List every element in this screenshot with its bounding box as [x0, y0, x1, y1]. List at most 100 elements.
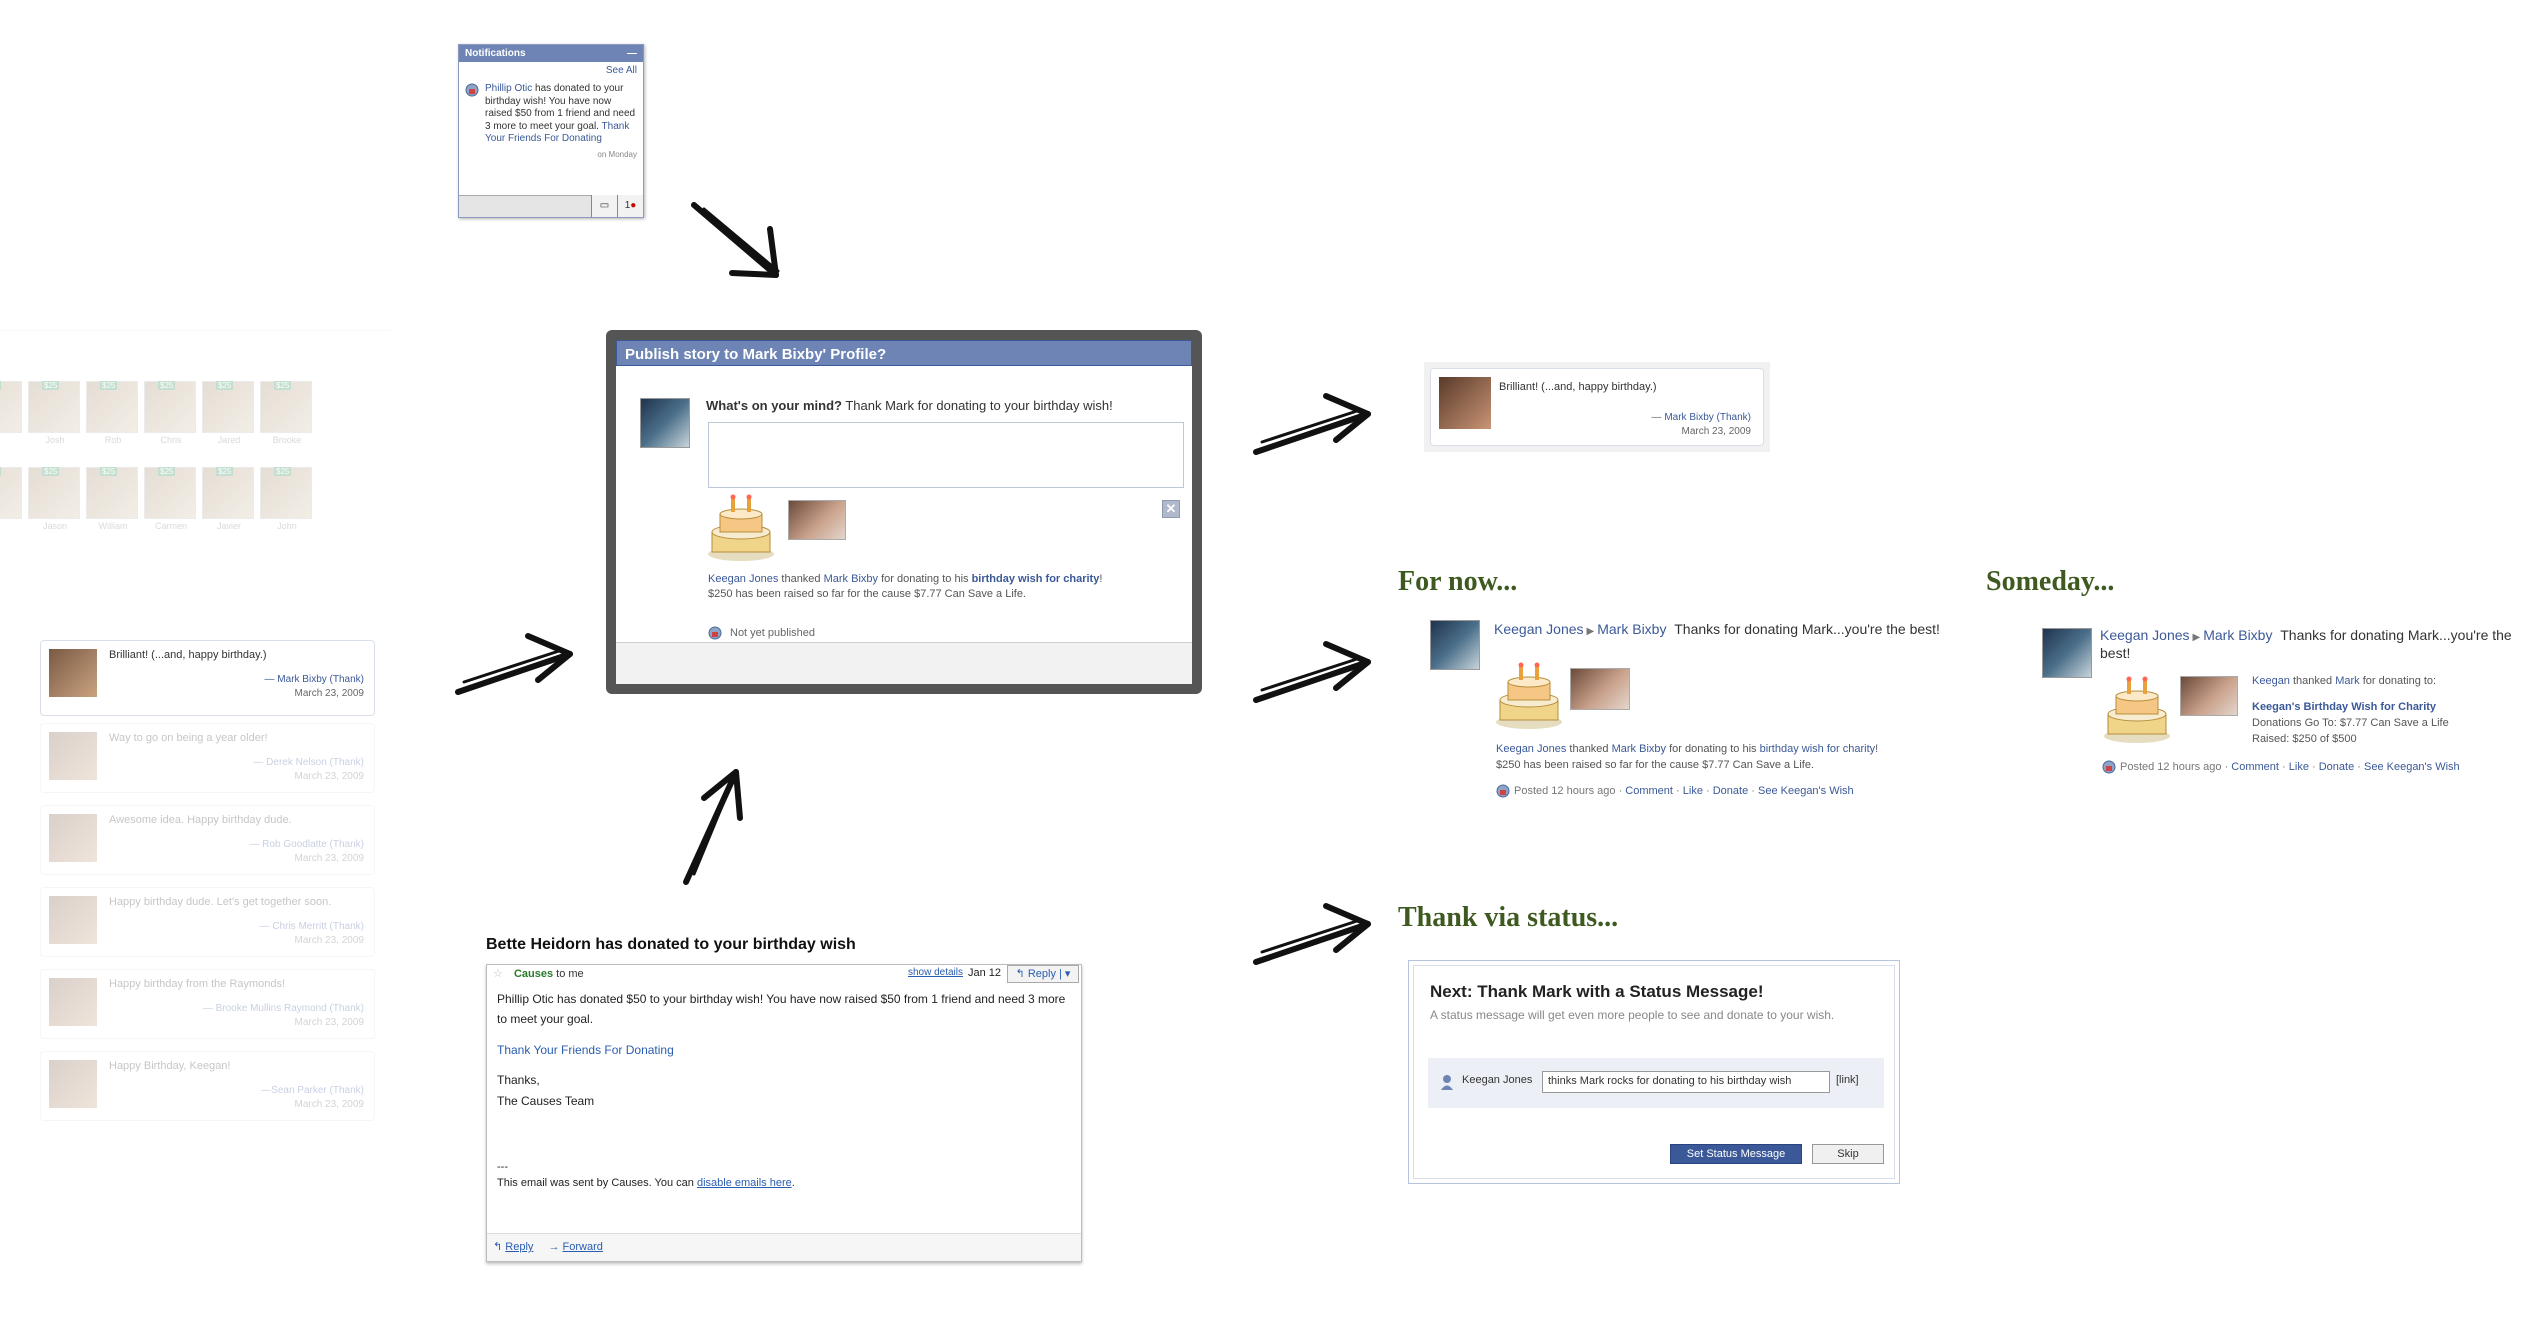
friend-name: Chris [160, 435, 182, 445]
notification-time: on Monday [597, 149, 637, 159]
friend-name: Jason [42, 521, 68, 531]
story-target[interactable]: Mark Bixby [1612, 743, 1666, 755]
friend-name: Javier [216, 521, 241, 531]
wall-post: Happy Birthday, Keegan! —Sean Parker (Tha… [40, 1051, 375, 1121]
reply-link[interactable]: Reply [505, 1241, 533, 1253]
friend-name: Jared [217, 435, 241, 445]
wish-title-link[interactable]: Keegan's Birthday Wish for Charity [2252, 700, 2436, 716]
friend-tile[interactable]: $25 John [260, 467, 314, 531]
post-byline: — Rob Goodlatte (Thank) March 23, 2009 [250, 838, 365, 866]
notification-item[interactable]: Phillip Otic has donated to your birthda… [459, 79, 643, 146]
post-author[interactable]: — Mark Bixby (Thank) [265, 674, 364, 685]
story-actor[interactable]: Keegan Jones [708, 573, 778, 585]
post-text: Awesome idea. Happy birthday dude. [109, 814, 292, 826]
friend-tile[interactable]: $25... [0, 467, 24, 531]
line-verb: thanked [2289, 675, 2336, 687]
email-separator: --- [497, 1160, 508, 1173]
like-link[interactable]: Like [1683, 785, 1703, 797]
notification-count-button[interactable]: 1● [617, 195, 643, 217]
friend-name: Josh [45, 435, 65, 445]
post-author[interactable]: — Brooke Mullins Raymond (Thank) [203, 1003, 364, 1014]
set-status-button[interactable]: Set Status Message [1670, 1144, 1802, 1164]
thank-link[interactable]: (Thank) [1714, 412, 1751, 423]
status-input[interactable]: thinks Mark rocks for donating to his bi… [1542, 1071, 1830, 1093]
see-wish-link[interactable]: See Keegan's Wish [1758, 785, 1854, 797]
prompt-bold: What's on your mind? [706, 398, 842, 413]
friend-tile[interactable]: $25 Jason [28, 467, 82, 531]
message-textarea[interactable] [708, 422, 1184, 488]
status-user-name: Keegan Jones [1462, 1074, 1533, 1086]
donate-link[interactable]: Donate [1713, 785, 1748, 797]
post-byline: —Sean Parker (Thank) March 23, 2009 [261, 1084, 364, 1112]
friend-tile[interactable]: $25 Brooke [260, 381, 314, 445]
dialog-title: Publish story to Mark Bixby' Profile? [616, 340, 1192, 366]
friend-tile[interactable]: $25 Javier [202, 467, 256, 531]
donation-amount: $25 [42, 381, 60, 390]
like-link[interactable]: Like [2289, 761, 2309, 773]
story-end: ! [1099, 573, 1103, 585]
line-end: for donating to: [2359, 675, 2437, 687]
target-link[interactable]: Mark Bixby [1597, 621, 1666, 637]
story-attachment: Keegan thanked Mark for donating to: Kee… [2252, 674, 2532, 748]
donate-link[interactable]: Donate [2319, 761, 2354, 773]
post-author[interactable]: Mark Bixby [1664, 412, 1713, 423]
show-details-link[interactable]: show details [908, 967, 963, 978]
story-link[interactable]: birthday wish for charity [972, 573, 1100, 585]
story-actor[interactable]: Keegan Jones [1496, 743, 1566, 755]
friend-tile[interactable]: $25 Josh [28, 381, 82, 445]
post-author[interactable]: — Chris Merritt (Thank) [260, 921, 364, 932]
post-author[interactable]: — Rob Goodlatte (Thank) [250, 839, 365, 850]
status-link[interactable]: [link] [1836, 1074, 1859, 1086]
post-text: Happy Birthday, Keegan! [109, 1060, 231, 1072]
wall-post-preview: Brilliant! (...and, happy birthday.) — M… [1424, 362, 1770, 452]
star-icon[interactable]: ☆ [493, 968, 503, 980]
see-all-link[interactable]: See All [459, 62, 643, 79]
friend-tile[interactable]: $25 William [86, 467, 140, 531]
story-target[interactable]: Mark Bixby [824, 573, 878, 585]
post-byline: — Chris Merritt (Thank) March 23, 2009 [260, 920, 364, 948]
target-link[interactable]: Mark Bixby [2203, 627, 2272, 643]
forward-link[interactable]: Forward [563, 1241, 603, 1253]
line-actor[interactable]: Keegan [2252, 675, 2290, 687]
post-author[interactable]: —Sean Parker (Thank) [261, 1085, 364, 1096]
donation-amount: $25 [42, 467, 60, 476]
see-wish-link[interactable]: See Keegan's Wish [2364, 761, 2460, 773]
friend-photo [0, 467, 22, 519]
friend-name: ... [0, 521, 24, 531]
friend-name: Carmen [154, 521, 187, 531]
actor-link[interactable]: Keegan Jones [1494, 621, 1584, 637]
remove-attachment-button[interactable]: ✕ [1162, 500, 1180, 518]
actor-link[interactable]: Keegan Jones [2100, 627, 2190, 643]
email-from[interactable]: Causes [514, 968, 553, 980]
post-text: Happy birthday from the Raymonds! [109, 978, 286, 990]
email-message: ☆ Causes to me show details Jan 12 ↰ Rep… [486, 964, 1082, 1262]
friend-tile[interactable]: $25... [0, 381, 24, 445]
reply-icon: ↰ [493, 1241, 503, 1253]
thank-friends-link[interactable]: Thank Your Friends For Donating [497, 1040, 1071, 1060]
photo-thumbnail [788, 500, 846, 540]
story-link[interactable]: birthday wish for charity [1760, 743, 1876, 755]
skip-button[interactable]: Skip [1812, 1144, 1884, 1164]
screen-icon[interactable]: ▭ [591, 195, 617, 217]
donation-amount: $25 [0, 381, 2, 390]
comment-link[interactable]: Comment [2231, 761, 2279, 773]
friend-tile[interactable]: $25 Rob [86, 381, 140, 445]
wall-post: Happy birthday from the Raymonds! — Brook… [40, 969, 375, 1039]
friend-tile[interactable]: $25 Carmen [144, 467, 198, 531]
minimize-button[interactable]: — [627, 48, 637, 59]
notifications-popup: Notifications — See All Phillip Otic has… [458, 44, 644, 218]
story-verb: thanked [778, 573, 824, 585]
disable-emails-link[interactable]: disable emails here [697, 1177, 792, 1189]
donation-amount: $25 [0, 467, 2, 476]
line-target[interactable]: Mark [2335, 675, 2359, 687]
photo-thumbnail [1570, 668, 1630, 710]
friend-tile[interactable]: $25 Jared [202, 381, 256, 445]
notification-sender[interactable]: Phillip Otic [485, 83, 532, 94]
posted-time: Posted 12 hours ago · [1514, 784, 1626, 797]
post-author[interactable]: — Derek Nelson (Thank) [253, 757, 364, 768]
comment-link[interactable]: Comment [1625, 785, 1673, 797]
reply-button[interactable]: ↰ Reply | ▾ [1007, 965, 1079, 983]
friend-name: William [98, 521, 128, 531]
friend-tile[interactable]: $25 Chris [144, 381, 198, 445]
reply-button-label: Reply [1027, 968, 1056, 980]
